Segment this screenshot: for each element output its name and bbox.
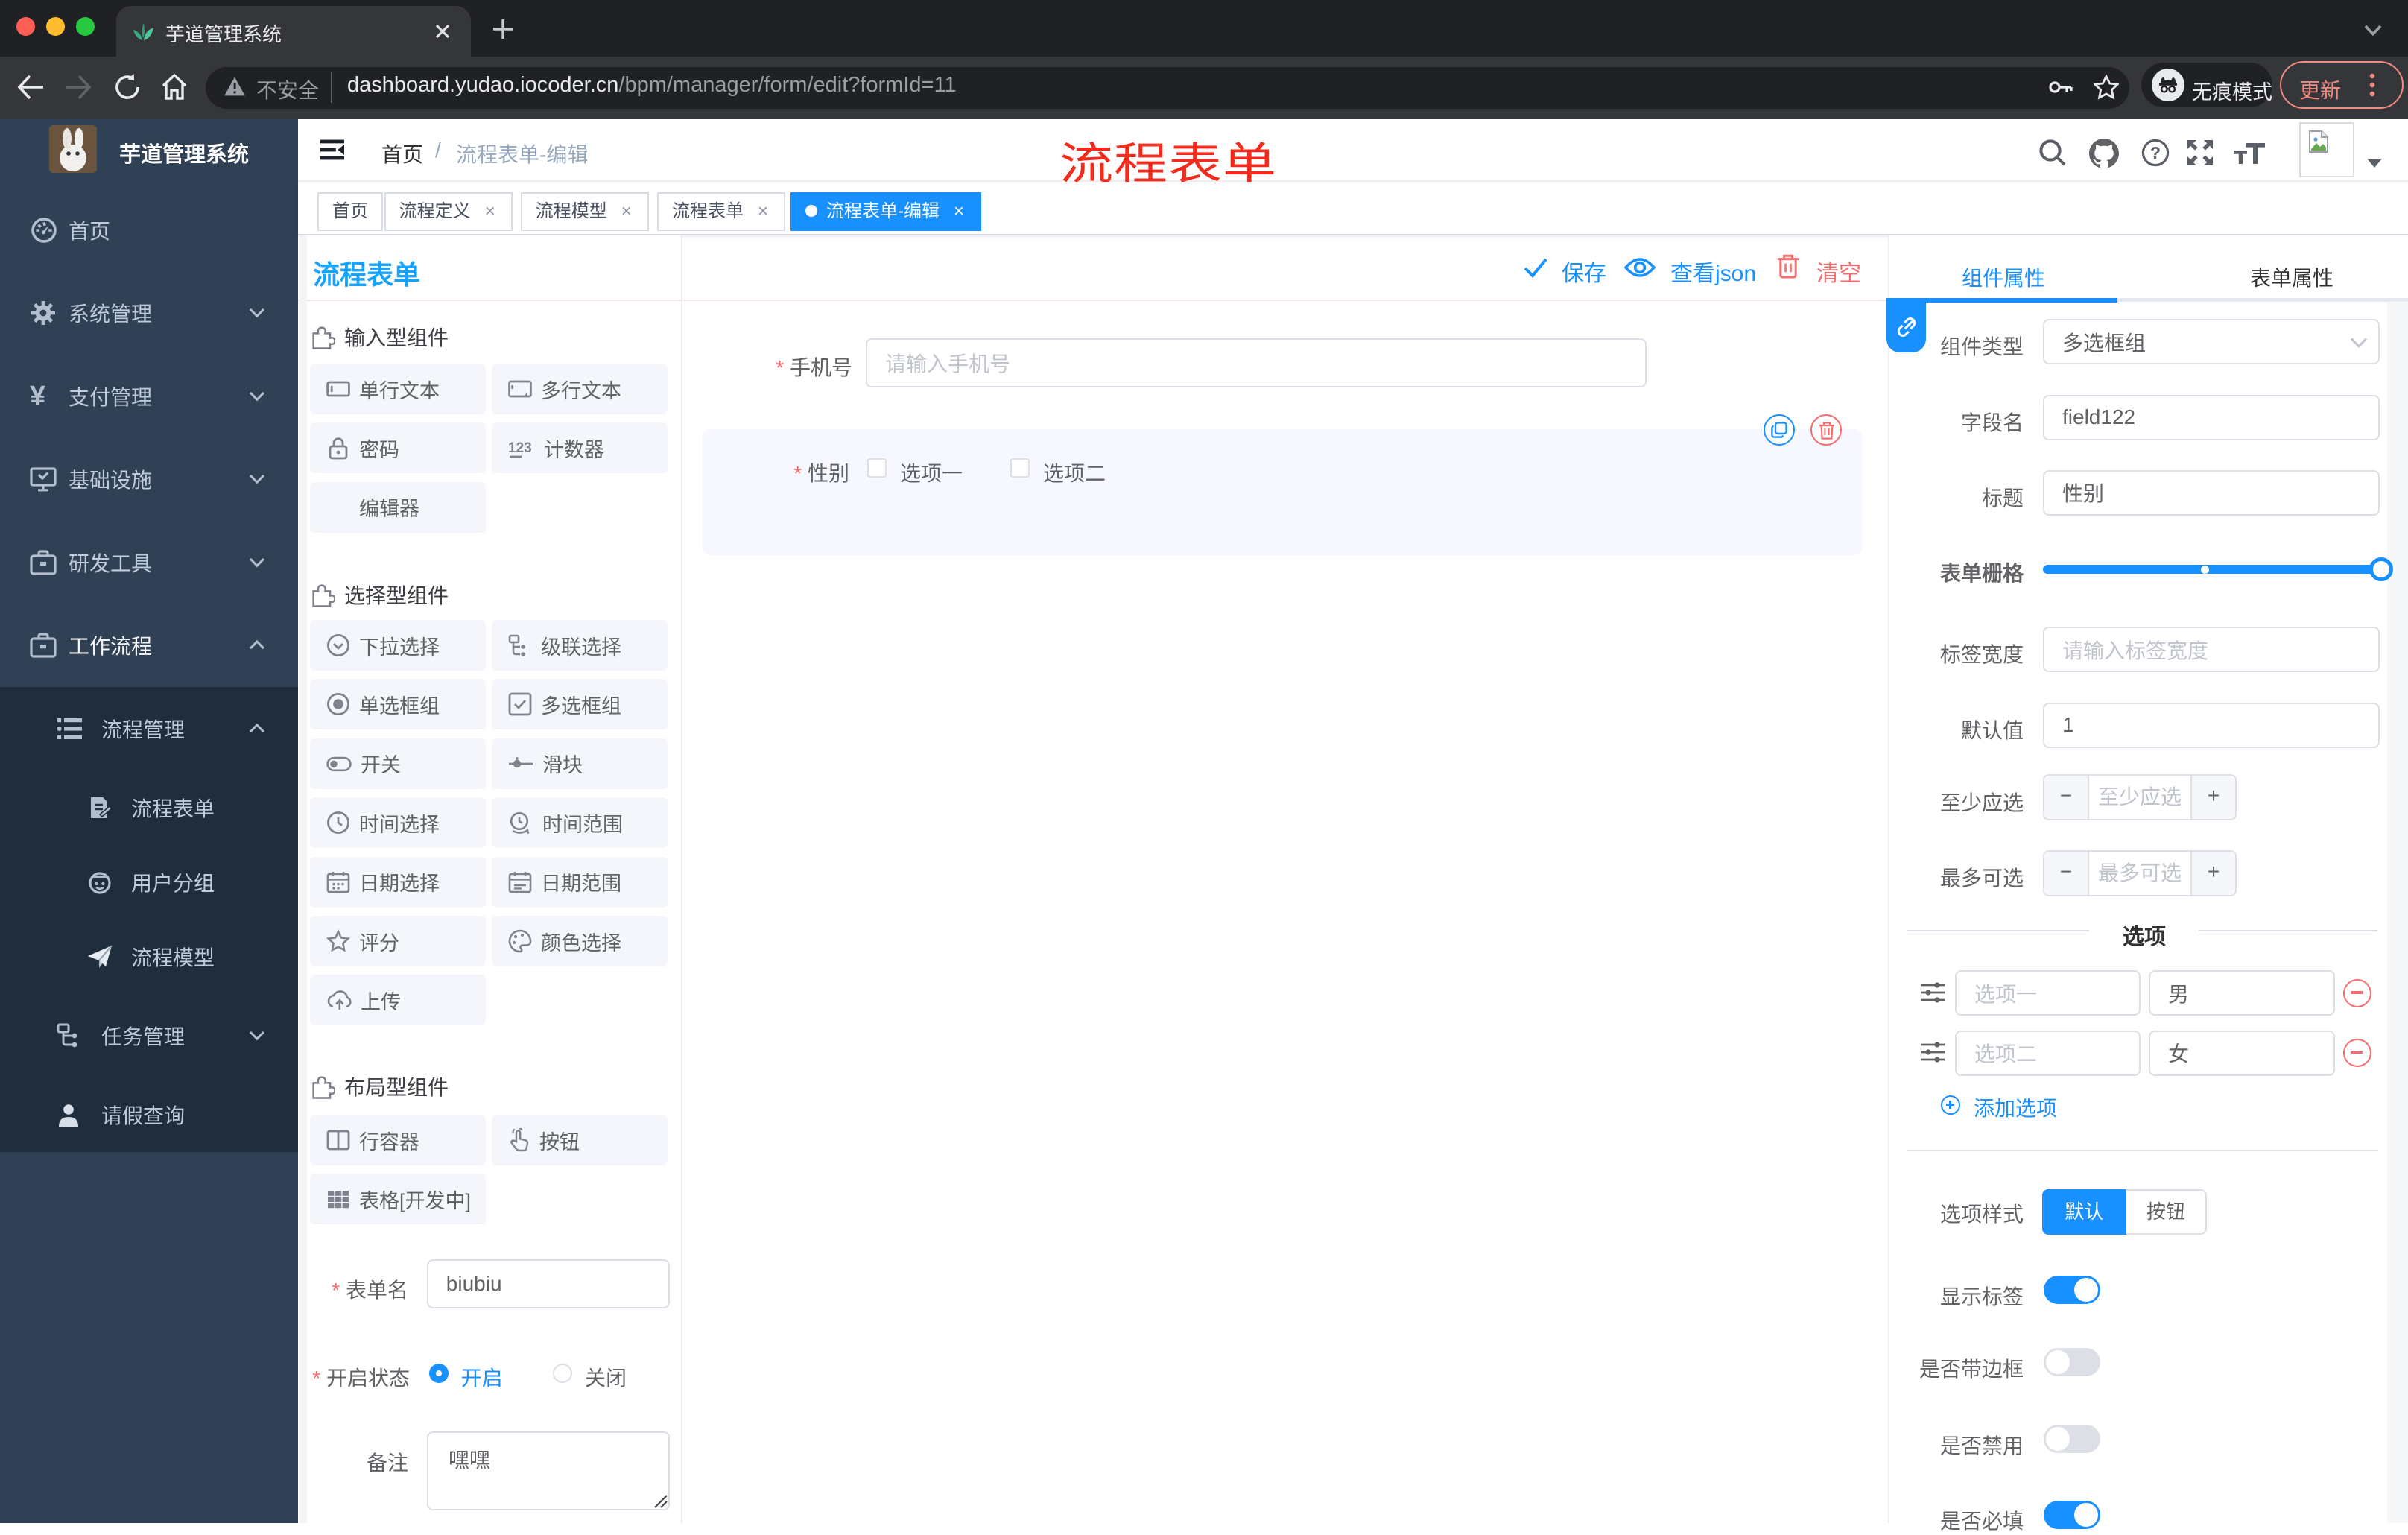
svg-text:123: 123: [508, 440, 532, 456]
svg-text:?: ?: [2150, 143, 2161, 162]
